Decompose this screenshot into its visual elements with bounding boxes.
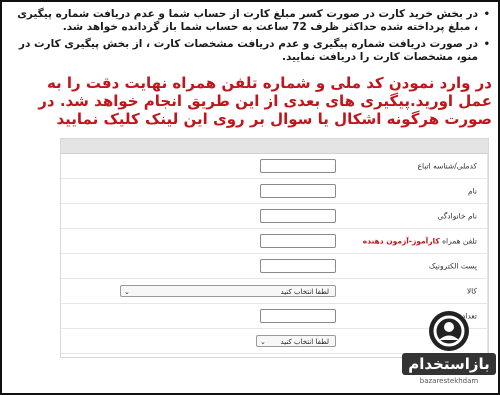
screenshot-frame: • در بخش خرید کارت در صورت کسر مبلغ کارت… bbox=[0, 0, 500, 395]
note-tracking: • در صورت دریافت شماره پیگیری و عدم دریا… bbox=[10, 38, 490, 64]
user-icon bbox=[429, 311, 469, 351]
mobile-label-text: تلفن همراه bbox=[442, 236, 477, 246]
quantity-input[interactable] bbox=[260, 309, 336, 323]
email-input[interactable] bbox=[260, 259, 336, 273]
form-row-product: کالا لطفا انتخاب کنید ⌄ bbox=[61, 279, 488, 304]
label-cell: پست الکترونیک bbox=[355, 254, 488, 278]
note-refund: • در بخش خرید کارت در صورت کسر مبلغ کارت… bbox=[10, 8, 490, 34]
label-cell: کدملی/شناسه اتباع bbox=[355, 154, 488, 178]
national-id-label: کدملی/شناسه اتباع bbox=[417, 161, 477, 171]
label-cell: نام bbox=[355, 179, 488, 203]
mobile-input[interactable] bbox=[260, 234, 336, 248]
product-label: کالا bbox=[466, 286, 477, 296]
first-name-input[interactable] bbox=[260, 184, 336, 198]
last-name-input[interactable] bbox=[260, 209, 336, 223]
note-text: در بخش خرید کارت در صورت کسر مبلغ کارت ا… bbox=[17, 8, 478, 33]
form-row-email: پست الکترونیک bbox=[61, 254, 488, 279]
bullet-icon: • bbox=[483, 39, 490, 50]
national-id-input[interactable] bbox=[260, 159, 336, 173]
product-select-value: لطفا انتخاب کنید bbox=[280, 288, 329, 296]
label-cell: کالا bbox=[355, 279, 488, 303]
email-label: پست الکترونیک bbox=[428, 261, 477, 271]
option-select-value: لطفا انتخاب کنید bbox=[280, 338, 329, 346]
option-select[interactable]: لطفا انتخاب کنید ⌄ bbox=[256, 335, 336, 347]
label-cell: تلفن همراه کارآموز-آزمون دهنده bbox=[355, 229, 488, 253]
product-select[interactable]: لطفا انتخاب کنید ⌄ bbox=[120, 285, 336, 297]
mobile-label: تلفن همراه کارآموز-آزمون دهنده bbox=[363, 237, 477, 246]
form-header bbox=[61, 139, 488, 154]
form-row-mobile: تلفن همراه کارآموز-آزمون دهنده bbox=[61, 229, 488, 254]
form-row-last-name: نام خانوادگی bbox=[61, 204, 488, 229]
user-icon-glyph bbox=[433, 315, 465, 347]
mobile-label-hint: کارآموز-آزمون دهنده bbox=[362, 236, 440, 246]
watermark-brand: بازاستخدام bbox=[402, 353, 496, 375]
watermark-sub: bazarestekhdam bbox=[419, 377, 479, 385]
chevron-down-icon: ⌄ bbox=[260, 338, 266, 346]
first-name-label: نام bbox=[467, 186, 477, 196]
note-text: در صورت دریافت شماره پیگیری و عدم دریافت… bbox=[18, 38, 478, 63]
form-row-first-name: نام bbox=[61, 179, 488, 204]
bullet-icon: • bbox=[483, 9, 490, 20]
watermark-logo: بازاستخدام bazarestekhdam bbox=[402, 309, 496, 391]
label-cell: نام خانوادگی bbox=[355, 204, 488, 228]
warning-link-text[interactable]: در وارد نمودن کد ملی و شماره تلفن همراه … bbox=[10, 74, 492, 128]
last-name-label: نام خانوادگی bbox=[437, 211, 477, 221]
chevron-down-icon: ⌄ bbox=[124, 288, 130, 296]
form-row-national-id: کدملی/شناسه اتباع bbox=[61, 154, 488, 179]
info-notes: • در بخش خرید کارت در صورت کسر مبلغ کارت… bbox=[10, 8, 490, 68]
